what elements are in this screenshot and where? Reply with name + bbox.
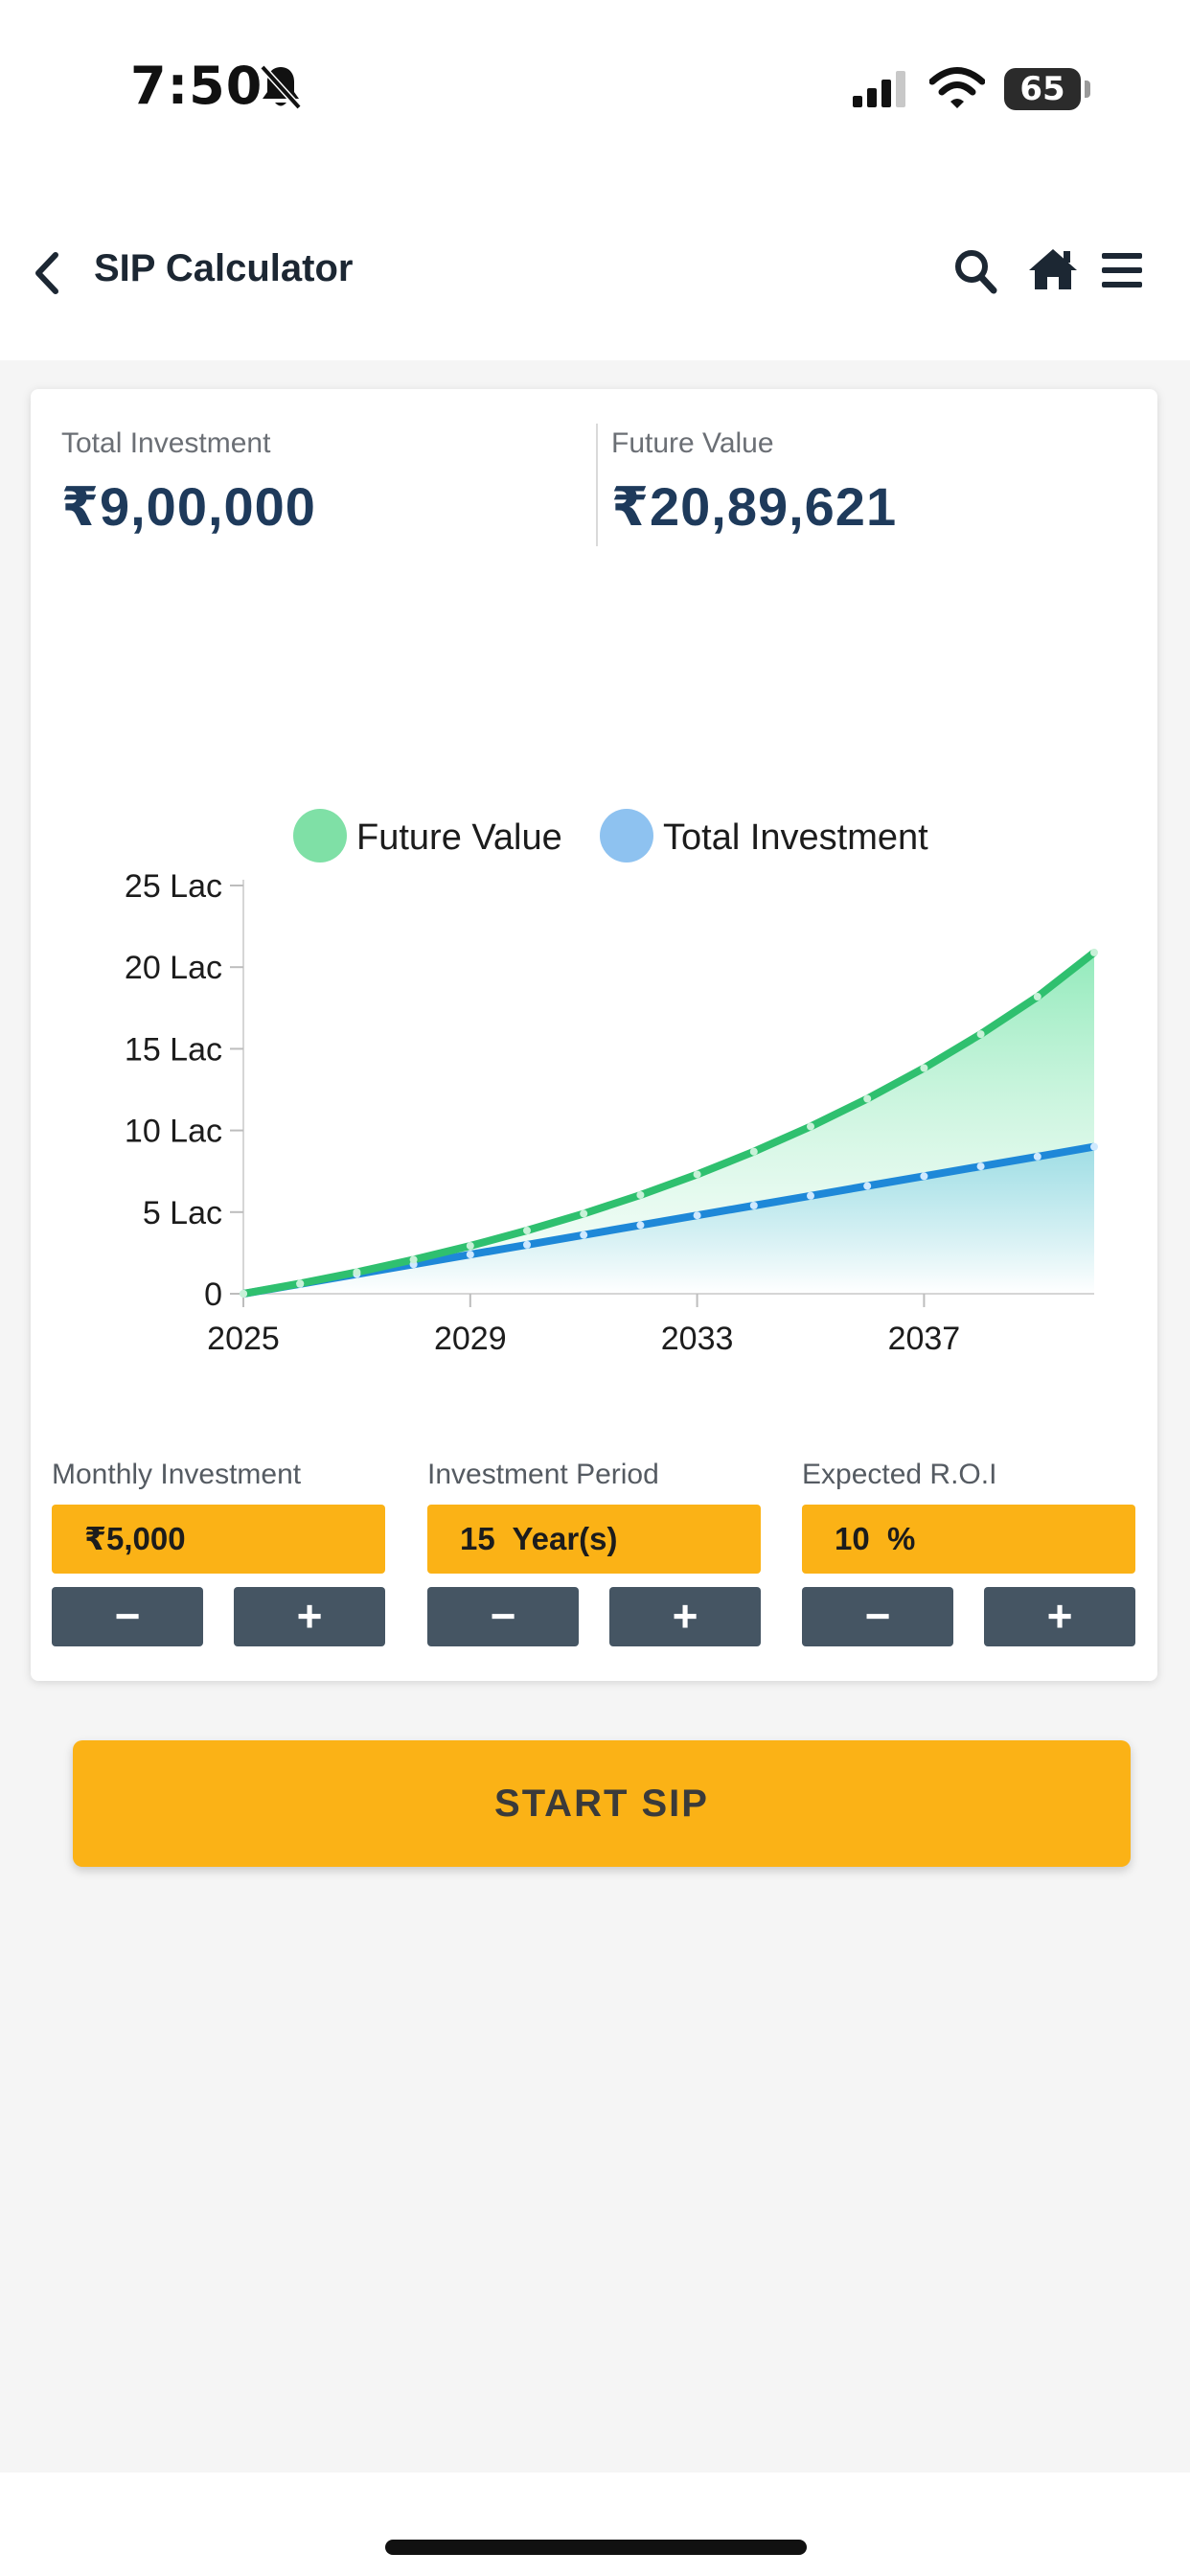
- future-value-point: [749, 1147, 758, 1156]
- future-value-point: [240, 1290, 247, 1298]
- investment-period-field[interactable]: 15 Year(s): [427, 1505, 761, 1574]
- menu-icon[interactable]: [1102, 251, 1142, 289]
- future-value-point: [920, 1064, 928, 1072]
- legend-label: Future Value: [356, 817, 562, 858]
- app-header: SIP Calculator: [0, 182, 1190, 360]
- total-investment-point: [807, 1191, 814, 1200]
- status-time: 7:50: [130, 56, 263, 116]
- monthly-investment-control: Monthly Investment ₹5,000 − +: [52, 1459, 385, 1646]
- legend-swatch: [600, 809, 653, 862]
- total-investment-point: [863, 1182, 872, 1190]
- battery-icon: 65: [1004, 68, 1081, 110]
- x-tick-label: 2029: [434, 1321, 507, 1357]
- future-value-point: [409, 1255, 418, 1264]
- future-value-point: [863, 1094, 872, 1103]
- y-tick-label: 25 Lac: [125, 868, 222, 905]
- wifi-icon: [929, 67, 985, 108]
- expected-roi-decrease-button[interactable]: −: [802, 1587, 953, 1646]
- bell-slash-icon: [260, 64, 302, 110]
- y-tick-label: 15 Lac: [125, 1031, 222, 1068]
- signal-icon: [853, 71, 905, 107]
- total-investment-point: [636, 1221, 645, 1230]
- total-investment-point: [693, 1211, 701, 1220]
- expected-roi-label: Expected R.O.I: [802, 1459, 997, 1490]
- y-tick-label: 20 Lac: [125, 950, 222, 986]
- future-value-point: [1090, 948, 1098, 956]
- x-tick-label: 2025: [207, 1321, 280, 1357]
- future-value-point: [693, 1170, 701, 1179]
- battery-cap: [1085, 80, 1090, 98]
- y-tick-label: 10 Lac: [125, 1114, 222, 1150]
- total-investment-point: [466, 1251, 474, 1259]
- total-investment-point: [749, 1201, 758, 1209]
- monthly-investment-field[interactable]: ₹5,000: [52, 1505, 385, 1574]
- home-bar-area: [0, 2472, 1190, 2576]
- monthly-investment-increase-button[interactable]: +: [234, 1587, 385, 1646]
- future-value-point: [523, 1227, 531, 1235]
- legend-swatch: [293, 809, 347, 862]
- sip-growth-chart: 0 5 Lac 10 Lac 15 Lac 20 Lac 25 Lac 2025 2029 20…: [125, 809, 1098, 1357]
- total-investment-point: [1033, 1152, 1041, 1161]
- total-investment-stat: Total Investment ₹9,00,000: [61, 427, 316, 539]
- future-value-point: [636, 1190, 645, 1199]
- monthly-investment-label: Monthly Investment: [52, 1459, 302, 1490]
- investment-period-increase-button[interactable]: +: [609, 1587, 761, 1646]
- total-investment-label: Total Investment: [61, 427, 271, 459]
- expected-roi-increase-button[interactable]: +: [984, 1587, 1135, 1646]
- total-investment-point: [976, 1162, 985, 1171]
- future-value-point: [976, 1030, 985, 1039]
- back-icon[interactable]: [31, 249, 63, 297]
- home-icon[interactable]: [1027, 245, 1079, 293]
- future-value-value: ₹20,89,621: [611, 476, 898, 537]
- status-bar: 7:50 65: [0, 0, 1190, 182]
- total-investment-point: [1090, 1142, 1098, 1151]
- future-value-label: Future Value: [611, 427, 774, 459]
- total-investment-point: [523, 1240, 531, 1249]
- y-tick-label: 0: [204, 1276, 222, 1313]
- investment-period-control: Investment Period 15 Year(s) − +: [427, 1459, 761, 1646]
- investment-period-label: Investment Period: [427, 1459, 659, 1490]
- future-value-point: [807, 1122, 814, 1131]
- start-sip-button[interactable]: START SIP: [73, 1740, 1131, 1867]
- total-investment-point: [580, 1230, 588, 1239]
- stat-divider: [596, 424, 598, 546]
- future-value-point: [1033, 993, 1041, 1001]
- expected-roi-control: Expected R.O.I 10 % − +: [802, 1459, 1135, 1646]
- sip-calculator-card: Total Investment ₹9,00,000 Future Value …: [31, 389, 1157, 1681]
- x-tick-label: 2037: [888, 1321, 961, 1357]
- total-investment-value: ₹9,00,000: [61, 476, 316, 537]
- search-icon[interactable]: [952, 247, 998, 295]
- page-title: SIP Calculator: [94, 247, 354, 289]
- future-value-point: [353, 1268, 361, 1276]
- investment-period-decrease-button[interactable]: −: [427, 1587, 579, 1646]
- monthly-investment-decrease-button[interactable]: −: [52, 1587, 203, 1646]
- total-investment-point: [920, 1172, 928, 1181]
- y-tick-label: 5 Lac: [143, 1195, 222, 1231]
- future-value-stat: Future Value ₹20,89,621: [611, 427, 897, 539]
- future-value-point: [296, 1279, 305, 1288]
- home-indicator: [385, 2540, 807, 2555]
- x-tick-label: 2033: [661, 1321, 734, 1357]
- expected-roi-field[interactable]: 10 %: [802, 1505, 1135, 1574]
- legend-label: Total Investment: [663, 817, 928, 858]
- future-value-point: [580, 1209, 588, 1218]
- future-value-point: [466, 1241, 474, 1250]
